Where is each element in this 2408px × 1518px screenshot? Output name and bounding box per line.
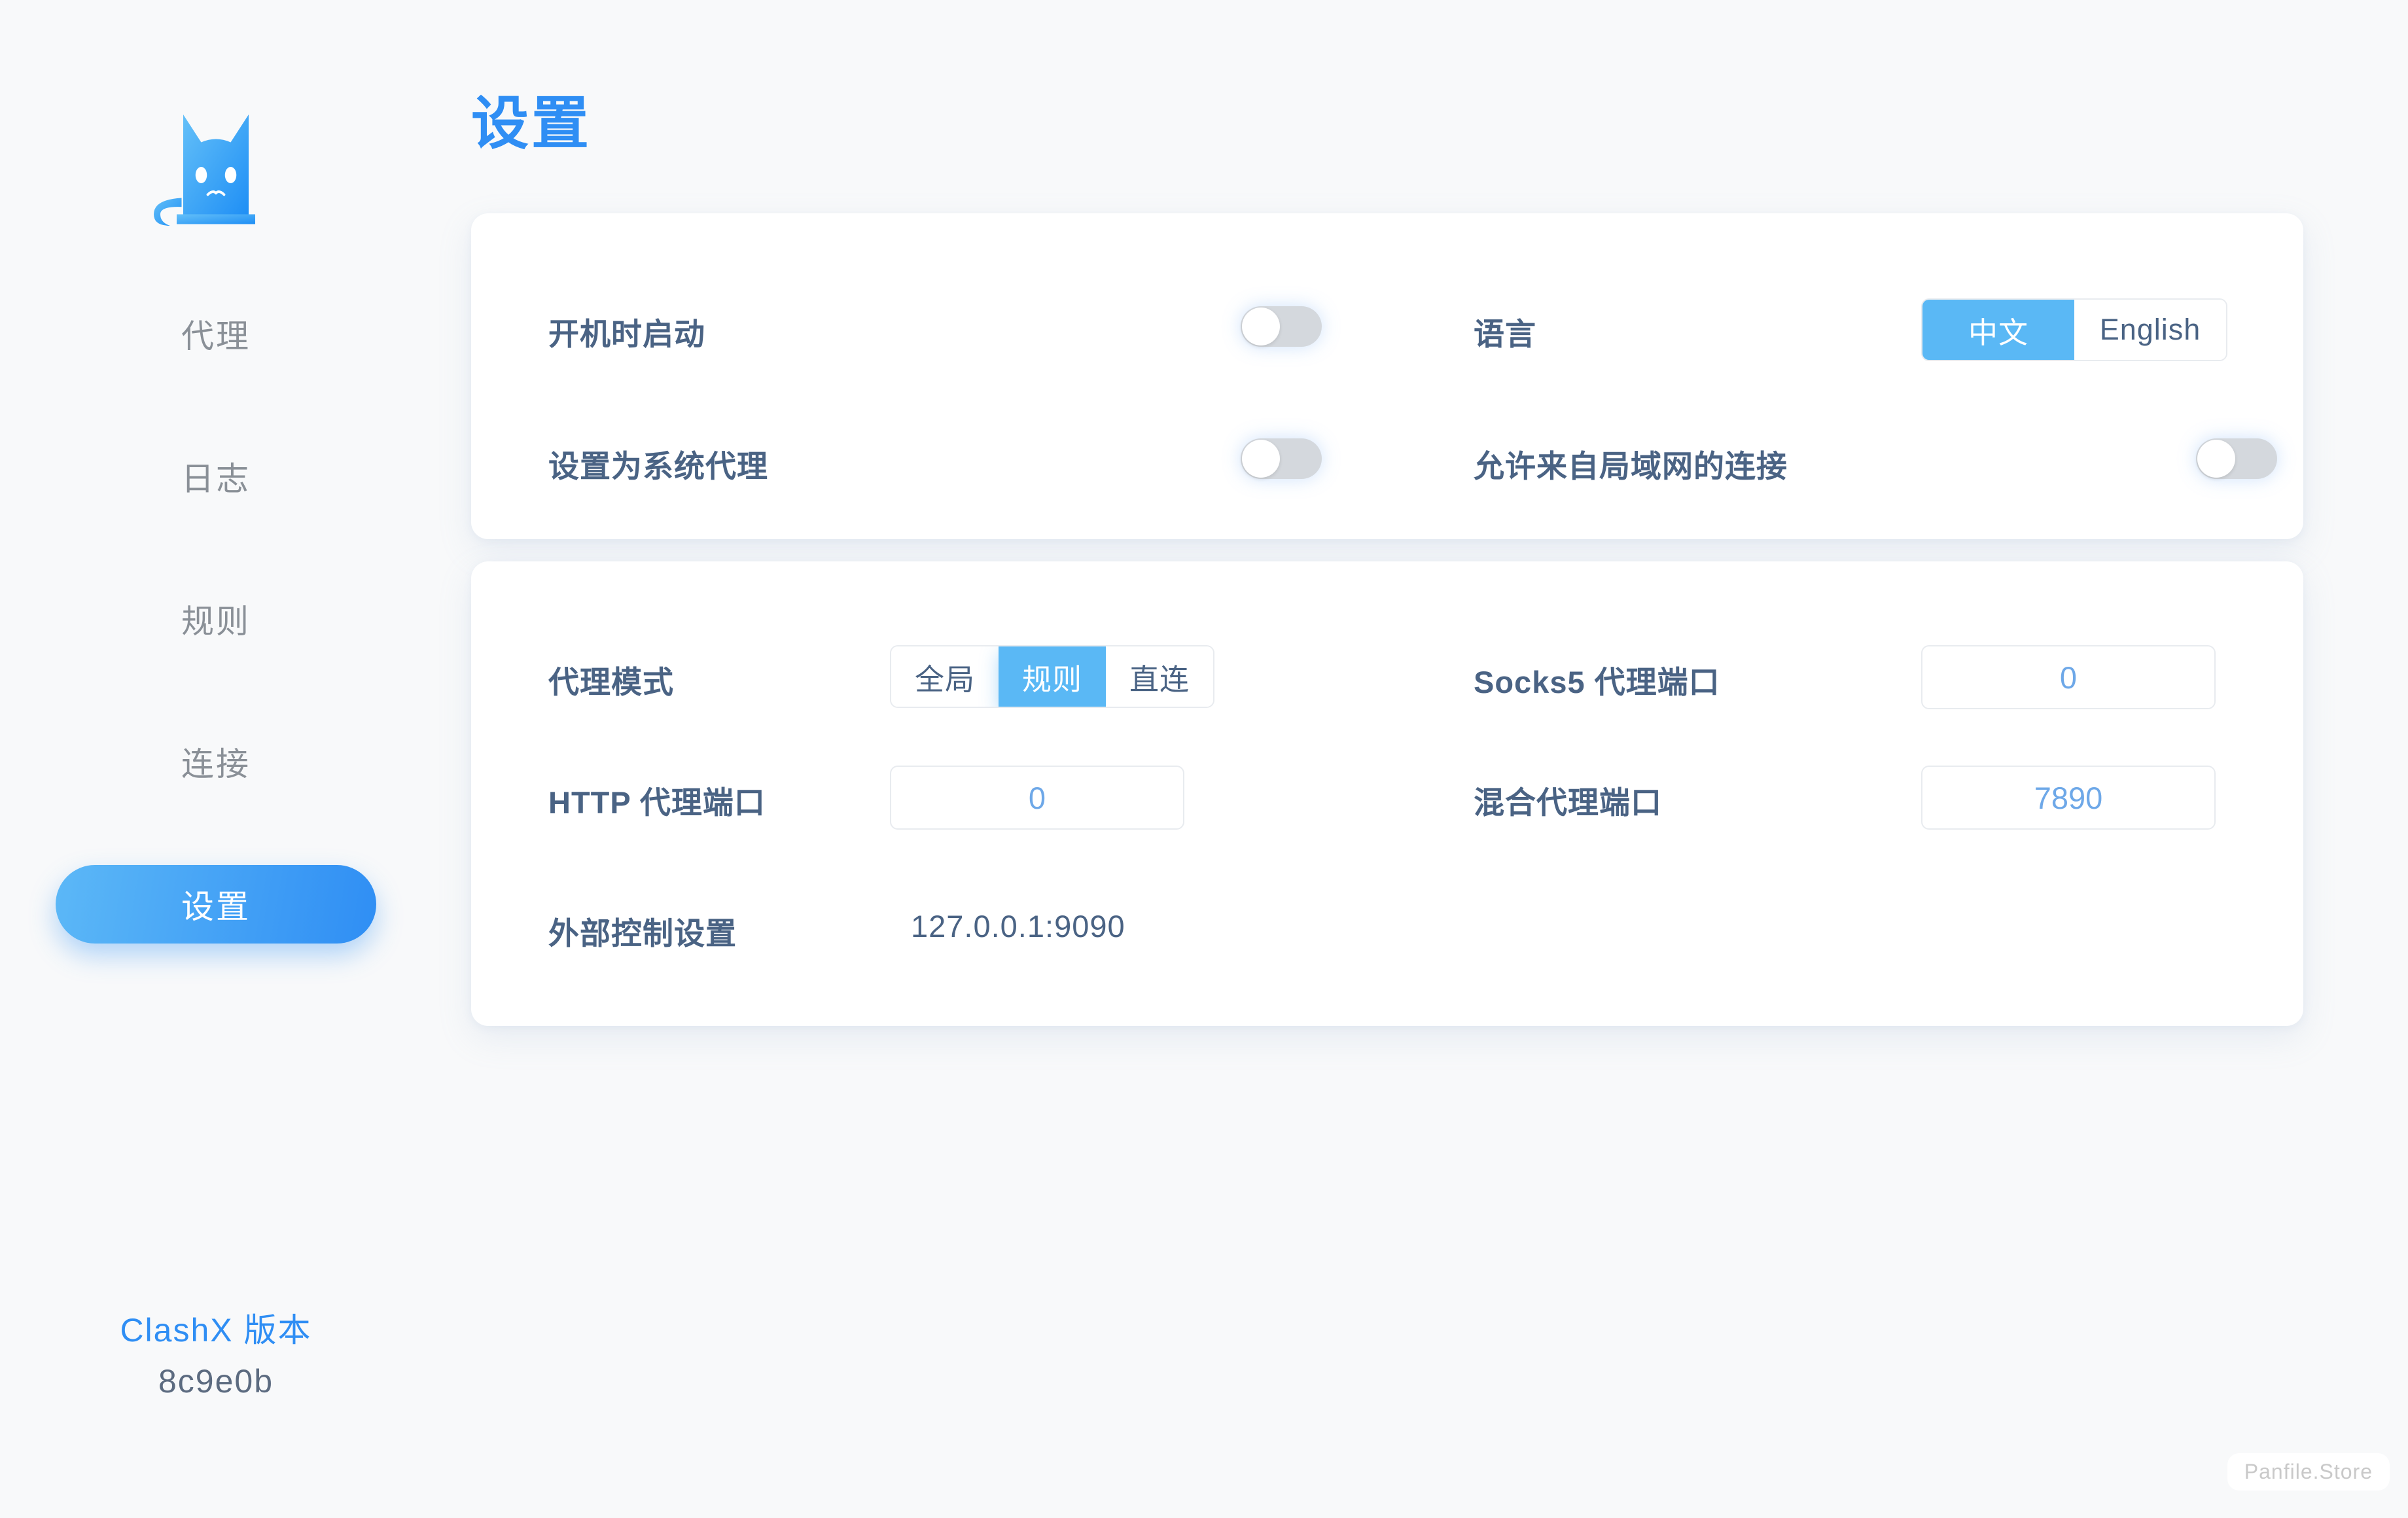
clash-cat-logo-icon [154,115,255,226]
sidebar-item-label: 连接 [181,746,251,783]
system-proxy-row: 设置为系统代理 [548,441,768,486]
sidebar-nav: 代理 日志 规则 连接 设置 [0,294,432,944]
launch-at-login-row: 开机时启动 [548,309,705,354]
language-option-english[interactable]: English [2074,300,2226,360]
sidebar-item-label: 规则 [181,603,251,640]
sidebar: 代理 日志 规则 连接 设置 ClashX 版本 8c9e0b [0,0,432,1518]
proxy-mode-row: 代理模式 [548,657,674,702]
proxy-mode-option-direct[interactable]: 直连 [1106,646,1213,707]
language-option-chinese[interactable]: 中文 [1922,300,2074,360]
socks5-port-row: Socks5 代理端口 [1474,657,1720,702]
system-proxy-toggle[interactable] [1241,438,1322,479]
sidebar-item-proxy[interactable]: 代理 [56,294,376,373]
toggle-knob [2197,440,2235,478]
http-port-row: HTTP 代理端口 [548,777,766,822]
language-segmented-control: 中文 English [1921,298,2227,361]
toggle-knob [1242,308,1280,345]
version-block: ClashX 版本 8c9e0b [0,1305,432,1407]
app-window: 代理 日志 规则 连接 设置 ClashX 版本 8c9e0b 设置 开机时启动… [0,0,2408,1518]
mixed-port-label: 混合代理端口 [1474,785,1662,820]
version-hash: 8c9e0b [158,1362,274,1400]
proxy-mode-label: 代理模式 [548,665,674,699]
sidebar-item-label: 代理 [181,318,251,355]
watermark: Panfile.Store [2227,1453,2390,1491]
page-title: 设置 [471,91,592,156]
toggle-knob [1242,440,1280,478]
general-settings-card: 开机时启动 设置为系统代理 语言 中文 English 允许来自局域网的连接 [471,213,2303,539]
allow-lan-row: 允许来自局域网的连接 [1474,441,1788,486]
system-proxy-label: 设置为系统代理 [548,449,768,484]
sidebar-item-logs[interactable]: 日志 [56,437,376,516]
sidebar-item-settings[interactable]: 设置 [56,865,376,944]
mixed-port-input[interactable] [1921,766,2216,830]
socks5-port-input[interactable] [1921,645,2216,709]
language-label: 语言 [1474,317,1536,351]
allow-lan-label: 允许来自局域网的连接 [1474,449,1788,484]
mixed-port-row: 混合代理端口 [1474,777,1662,822]
external-controller-label: 外部控制设置 [548,916,737,951]
launch-at-login-label: 开机时启动 [548,317,705,351]
proxy-settings-card: 代理模式 全局 规则 直连 Socks5 代理端口 HTTP 代理端口 混合代理… [471,561,2303,1026]
main-content: 设置 开机时启动 设置为系统代理 语言 中文 English 允许来自局域网的连… [432,0,2408,1518]
language-row: 语言 [1474,309,1536,354]
socks5-port-label: Socks5 代理端口 [1474,665,1720,699]
sidebar-item-label: 日志 [181,461,251,497]
watermark-text: Panfile.Store [2244,1460,2373,1483]
proxy-mode-option-global[interactable]: 全局 [891,646,999,707]
sidebar-item-label: 设置 [181,889,251,925]
version-label: ClashX 版本 [120,1312,312,1349]
sidebar-item-rules[interactable]: 规则 [56,580,376,658]
launch-at-login-toggle[interactable] [1241,306,1322,347]
http-port-input[interactable] [890,766,1184,830]
external-controller-value[interactable]: 127.0.0.1:9090 [911,908,1125,944]
http-port-label: HTTP 代理端口 [548,785,766,820]
sidebar-item-connections[interactable]: 连接 [56,722,376,801]
allow-lan-toggle[interactable] [2196,438,2277,479]
proxy-mode-option-rule[interactable]: 规则 [999,646,1106,707]
proxy-mode-segmented-control: 全局 规则 直连 [890,645,1214,708]
external-controller-row: 外部控制设置 [548,908,737,953]
